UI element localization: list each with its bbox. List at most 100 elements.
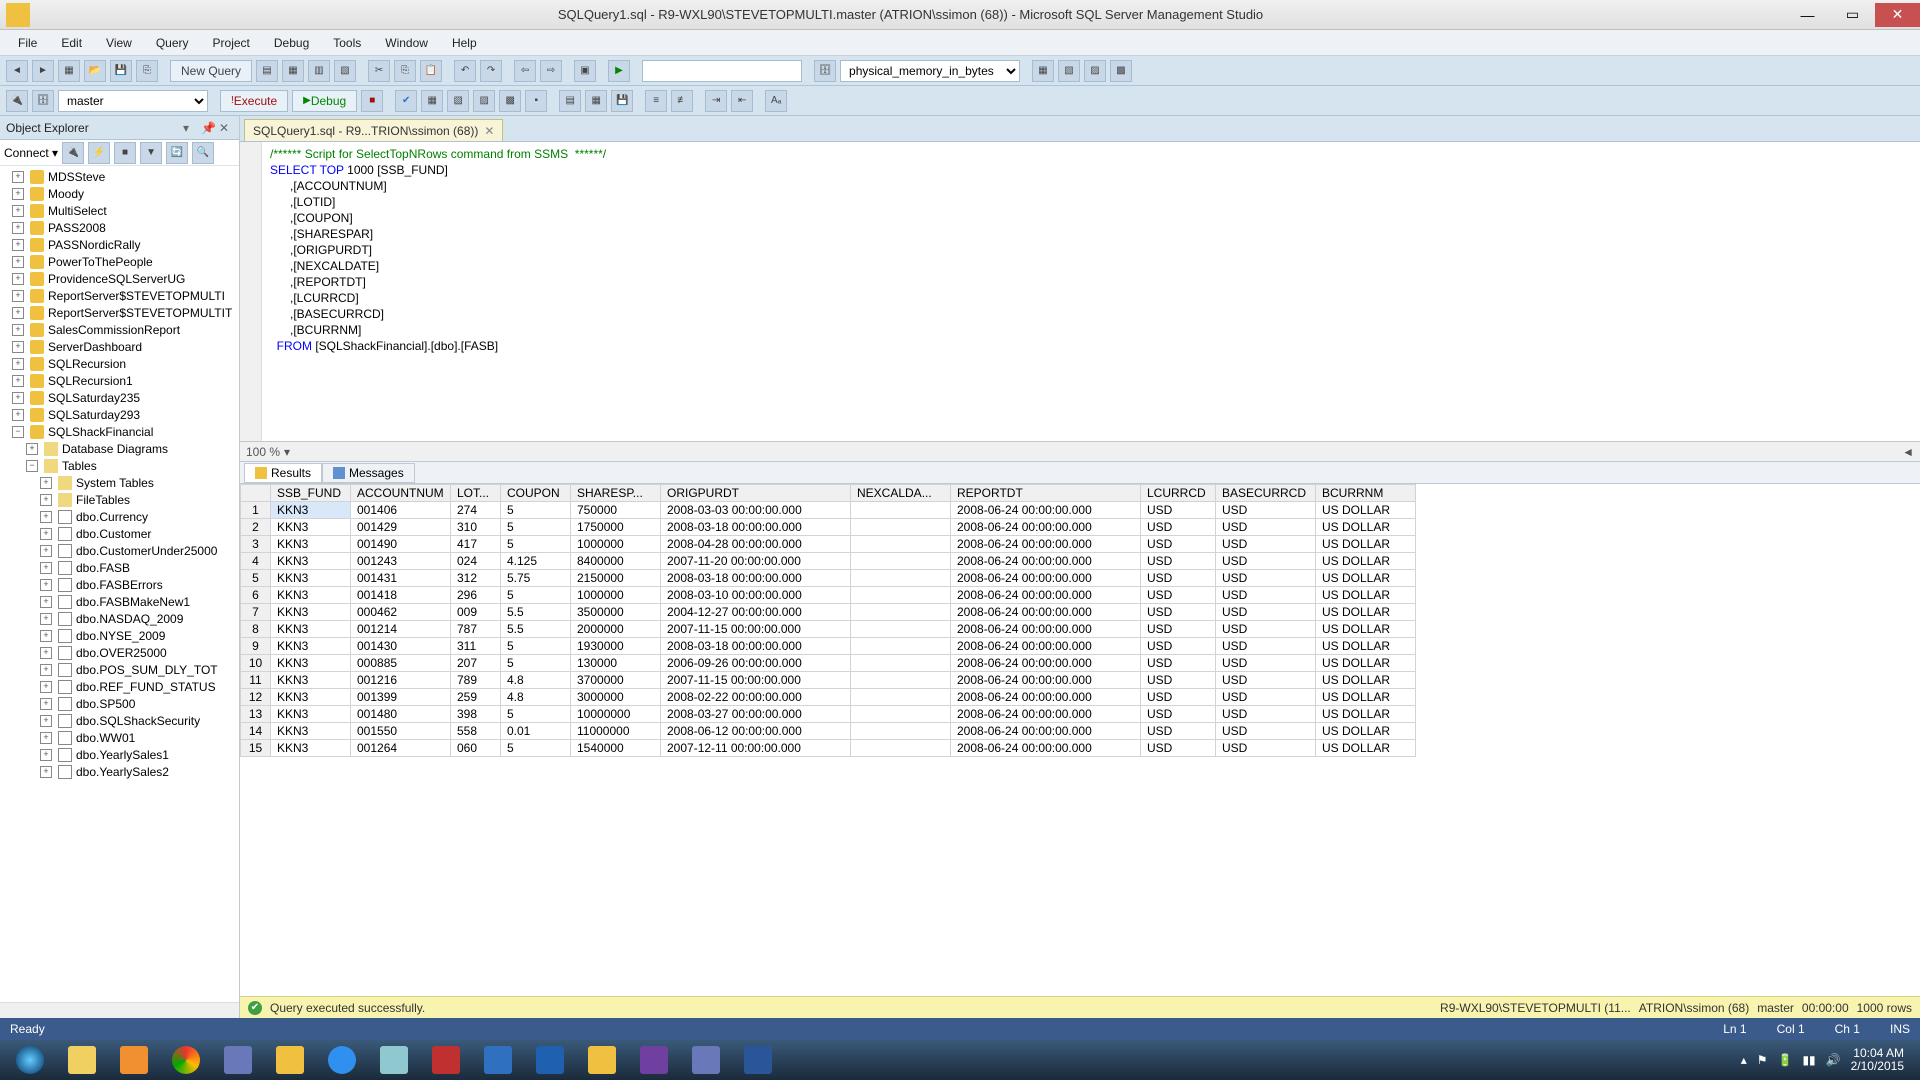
vs-icon[interactable] (214, 1043, 262, 1077)
nav-fwd-button[interactable]: ⇨ (540, 60, 562, 82)
column-header[interactable]: LCURRCD (1141, 485, 1216, 502)
minimize-button[interactable]: — (1785, 3, 1830, 27)
table-row[interactable]: 6KKN3001418296510000002008-03-10 00:00:0… (241, 587, 1416, 604)
ie-icon[interactable] (318, 1043, 366, 1077)
disconnect-icon[interactable]: ⚡ (88, 142, 110, 164)
query-options-button[interactable]: ▧ (447, 90, 469, 112)
results-grid-wrap[interactable]: SSB_FUNDACCOUNTNUMLOT...COUPONSHARESP...… (240, 484, 1920, 996)
open-button[interactable]: 📂 (84, 60, 106, 82)
tab-sqlquery1[interactable]: SQLQuery1.sql - R9...TRION\ssimon (68)) … (244, 119, 503, 141)
object-tree[interactable]: +MDSSteve+Moody+MultiSelect+PASS2008+PAS… (0, 166, 239, 1002)
start-button[interactable]: ▶ (608, 60, 630, 82)
sidebar-hscroll[interactable] (0, 1002, 239, 1018)
estimated-plan-button[interactable]: ▦ (421, 90, 443, 112)
column-header[interactable]: NEXCALDA... (851, 485, 951, 502)
tree-item[interactable]: +dbo.YearlySales1 (0, 746, 239, 763)
sql-editor[interactable]: /****** Script for SelectTopNRows comman… (240, 142, 1920, 442)
execute-button[interactable]: ! Execute (220, 90, 288, 112)
undo-button[interactable]: ↶ (454, 60, 476, 82)
results-grid-button[interactable]: ▦ (585, 90, 607, 112)
menu-debug[interactable]: Debug (262, 33, 321, 53)
activity-button[interactable]: ▦ (282, 60, 304, 82)
tree-item[interactable]: +SQLRecursion (0, 355, 239, 372)
tree-item[interactable]: +dbo.SP500 (0, 695, 239, 712)
redo-button[interactable]: ↷ (480, 60, 502, 82)
table-row[interactable]: 2KKN3001429310517500002008-03-18 00:00:0… (241, 519, 1416, 536)
uncomment-button[interactable]: ≢ (671, 90, 693, 112)
tree-item[interactable]: +ReportServer$STEVETOPMULTIT (0, 304, 239, 321)
zoom-dropdown-icon[interactable]: ▾ (284, 445, 290, 459)
tab-results[interactable]: Results (244, 463, 322, 483)
bids-icon[interactable] (682, 1043, 730, 1077)
tree-item[interactable]: +MDSSteve (0, 168, 239, 185)
table-row[interactable]: 15KKN3001264060515400002007-12-11 00:00:… (241, 740, 1416, 757)
tree-item[interactable]: +SalesCommissionReport (0, 321, 239, 338)
menu-view[interactable]: View (94, 33, 144, 53)
column-header[interactable]: REPORTDT (951, 485, 1141, 502)
menu-edit[interactable]: Edit (49, 33, 94, 53)
tree-item[interactable]: +dbo.NASDAQ_2009 (0, 610, 239, 627)
cancel-query-button[interactable]: ■ (361, 90, 383, 112)
table-row[interactable]: 12KKN30013992594.830000002008-02-22 00:0… (241, 689, 1416, 706)
tb-icon-1[interactable]: ▦ (1032, 60, 1054, 82)
lync-icon[interactable] (474, 1043, 522, 1077)
column-header[interactable]: ACCOUNTNUM (351, 485, 451, 502)
tree-item[interactable]: +System Tables (0, 474, 239, 491)
column-header[interactable]: COUPON (501, 485, 571, 502)
tree-item[interactable]: +dbo.Currency (0, 508, 239, 525)
zoom-level[interactable]: 100 % (246, 445, 280, 459)
tree-item[interactable]: +ProvidenceSQLServerUG (0, 270, 239, 287)
open-file-button[interactable]: ▤ (256, 60, 278, 82)
media-player-icon[interactable] (110, 1043, 158, 1077)
tree-item[interactable]: +dbo.FASB (0, 559, 239, 576)
hscroll-left-icon[interactable]: ◄ (1902, 445, 1914, 459)
db2-button[interactable]: ▧ (334, 60, 356, 82)
close-panel-icon[interactable]: ✕ (219, 121, 233, 135)
chrome-icon[interactable] (162, 1043, 210, 1077)
results-text-button[interactable]: ▤ (559, 90, 581, 112)
column-header[interactable]: BASECURRCD (1216, 485, 1316, 502)
column-header[interactable]: BCURRNM (1316, 485, 1416, 502)
tree-item[interactable]: −Tables (0, 457, 239, 474)
tree-item[interactable]: +SQLSaturday293 (0, 406, 239, 423)
table-row[interactable]: 14KKN30015505580.01110000002008-06-12 00… (241, 723, 1416, 740)
tree-item[interactable]: +ServerDashboard (0, 338, 239, 355)
tree-item[interactable]: +SQLSaturday235 (0, 389, 239, 406)
registered-servers-icon[interactable]: 🗄 (814, 60, 836, 82)
tree-item[interactable]: +dbo.OVER25000 (0, 644, 239, 661)
table-row[interactable]: 3KKN3001490417510000002008-04-28 00:00:0… (241, 536, 1416, 553)
tb-icon-4[interactable]: ▩ (1110, 60, 1132, 82)
tab-close-icon[interactable]: ✕ (484, 124, 494, 138)
tray-clock[interactable]: 10:04 AM2/10/2015 (1851, 1047, 1904, 1073)
forward-button[interactable]: ► (32, 60, 54, 82)
menu-file[interactable]: File (6, 33, 49, 53)
tree-item[interactable]: +Moody (0, 185, 239, 202)
vs2-icon[interactable] (630, 1043, 678, 1077)
tray-flag-icon[interactable]: ⚑ (1757, 1053, 1768, 1067)
menu-help[interactable]: Help (440, 33, 489, 53)
tree-item[interactable]: +dbo.FASBMakeNew1 (0, 593, 239, 610)
tree-item[interactable]: +dbo.NYSE_2009 (0, 627, 239, 644)
new-query-button[interactable]: New Query (170, 60, 252, 82)
tree-item[interactable]: +MultiSelect (0, 202, 239, 219)
menu-query[interactable]: Query (144, 33, 201, 53)
tree-item[interactable]: +PowerToThePeople (0, 253, 239, 270)
refresh-icon[interactable]: 🔄 (166, 142, 188, 164)
actual-plan-button[interactable]: ▩ (499, 90, 521, 112)
specify-template-button[interactable]: Aₐ (765, 90, 787, 112)
tree-item[interactable]: +PASS2008 (0, 219, 239, 236)
find-input[interactable] (642, 60, 802, 82)
tree-item[interactable]: +Database Diagrams (0, 440, 239, 457)
table-row[interactable]: 13KKN30014803985100000002008-03-27 00:00… (241, 706, 1416, 723)
toolbox-icon[interactable] (422, 1043, 470, 1077)
tray-chevron-icon[interactable]: ▴ (1741, 1053, 1747, 1067)
table-row[interactable]: 9KKN3001430311519300002008-03-18 00:00:0… (241, 638, 1416, 655)
tray-network-icon[interactable]: ▮▮ (1802, 1053, 1815, 1067)
save-button[interactable]: 💾 (110, 60, 132, 82)
client-stats-button[interactable]: ▪ (525, 90, 547, 112)
menu-tools[interactable]: Tools (321, 33, 373, 53)
tab-messages[interactable]: Messages (322, 463, 415, 483)
column-header[interactable]: SSB_FUND (271, 485, 351, 502)
indent-button[interactable]: ⇥ (705, 90, 727, 112)
paste-button[interactable]: 📋 (420, 60, 442, 82)
